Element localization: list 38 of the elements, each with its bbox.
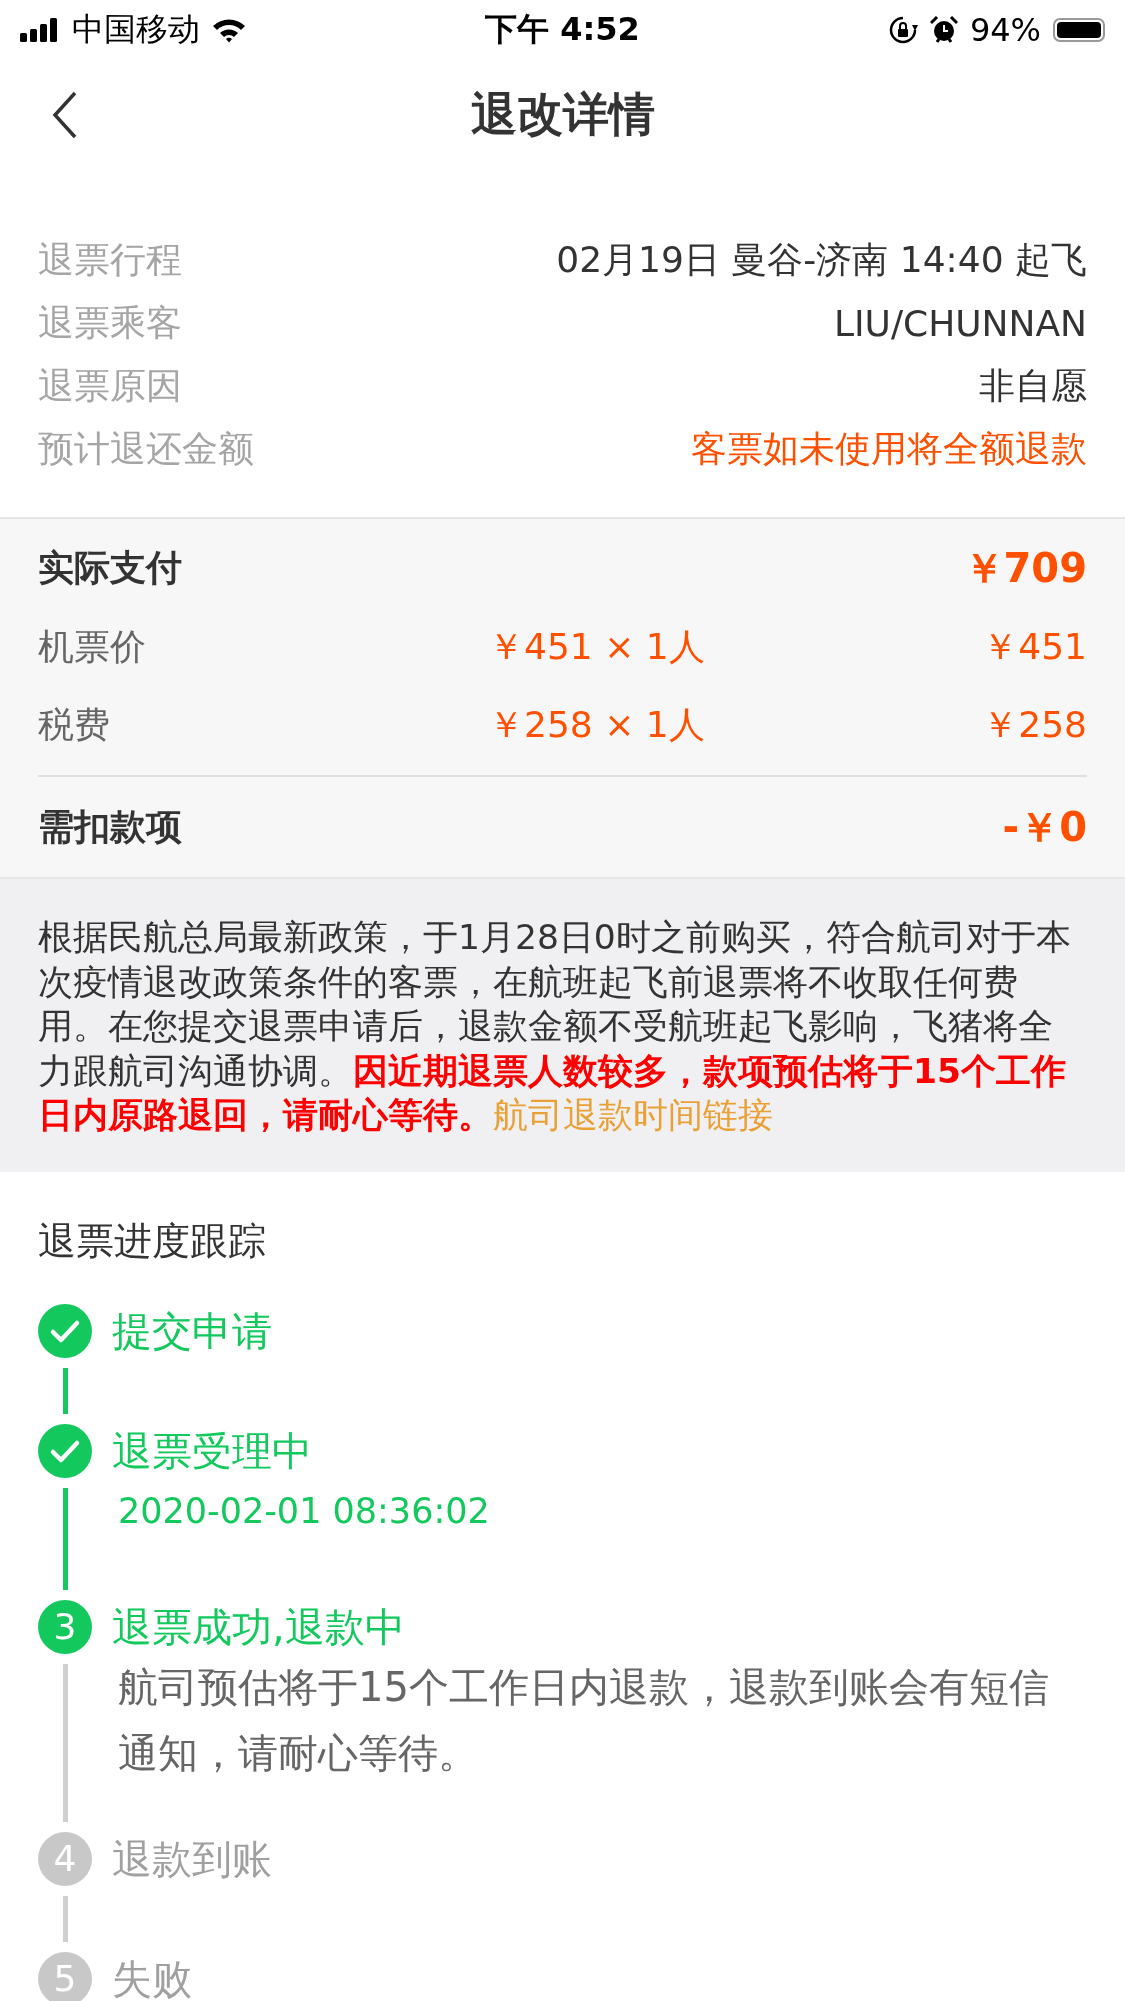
alarm-icon: [929, 16, 958, 44]
total-amount: ￥709: [963, 543, 1087, 593]
step-number: 3: [38, 1599, 92, 1654]
carrier-name: 中国移动: [72, 9, 200, 50]
battery-percent: 94%: [969, 11, 1041, 49]
step-label: 退票成功,退款中: [112, 1602, 406, 1652]
wifi-icon: [212, 17, 246, 43]
battery-icon: [1053, 18, 1105, 42]
info-value: 02月19日 曼谷-济南 14:40 起飞: [556, 238, 1087, 282]
info-label: 退票乘客: [38, 301, 182, 345]
deduction-label: 需扣款项: [38, 804, 183, 849]
step-time: 2020-02-01 08:36:02: [117, 1489, 490, 1533]
policy-notice: 根据民航总局最新政策，于1月28日0时之前购买，符合航司对于本次疫情退改政策条件的客票，在航班起飞前退票将不收取任何费用。在您提交退票申请后，退款金额不受航班起飞影响，飞猪将全力跟航司沟通协调。因近期退票人数较多，款项预估将于15个工作日内原路退回，请耐心等待。航司退款时间链接: [38, 916, 1072, 1138]
info-label: 预计退还金额: [38, 427, 254, 471]
step-note: 航司预估将于15个工作日内退款，退款到账会有短信通知，请耐心等待。: [117, 1662, 1050, 1778]
clock-time: 下午 4:52: [485, 9, 640, 50]
total-label: 实际支付: [38, 545, 183, 590]
rotation-lock-icon: [887, 15, 918, 45]
info-label: 退票原因: [38, 364, 182, 408]
fee-amount: ￥258: [982, 702, 1087, 747]
step-label: 退款到账: [112, 1834, 272, 1884]
step-label: 失败: [112, 1954, 192, 2001]
fee-label: 机票价: [38, 624, 147, 669]
signal-icon: [20, 18, 60, 42]
step-label: 退票受理中: [112, 1426, 313, 1476]
fee-unit-price: ￥258 × 1人: [487, 702, 706, 747]
section-title: 退票进度跟踪: [38, 1217, 267, 1265]
fee-unit-price: ￥451 × 1人: [487, 624, 706, 669]
step-label: 提交申请: [112, 1306, 272, 1356]
info-value: 非自愿: [979, 364, 1087, 408]
info-label: 退票行程: [38, 238, 182, 282]
deduction-amount: -￥0: [1002, 802, 1087, 852]
refund-time-link[interactable]: 航司退款时间链接: [493, 1095, 773, 1136]
fee-amount: ￥451: [982, 624, 1087, 669]
page-title: 退改详情: [470, 86, 655, 143]
fee-label: 税费: [38, 702, 111, 747]
info-value: LIU/CHUNNAN: [833, 303, 1087, 344]
info-value: 客票如未使用将全额退款: [691, 427, 1087, 471]
